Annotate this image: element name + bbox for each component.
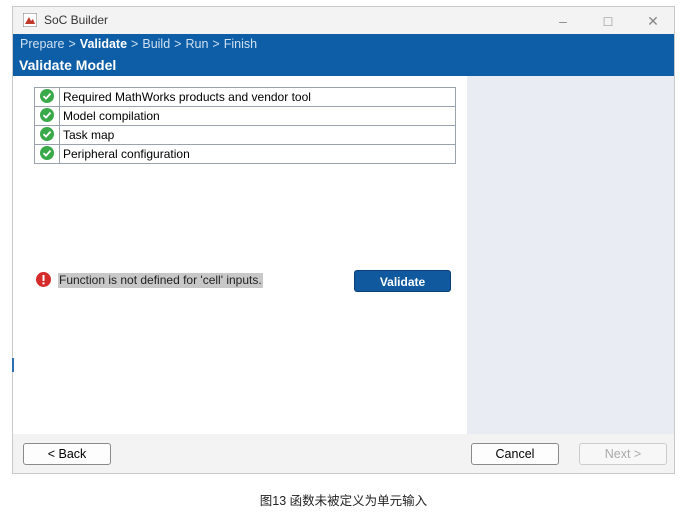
figure-caption: 图13 函数未被定义为单元输入 (259, 494, 428, 508)
check-circle-icon (40, 107, 54, 122)
check-row: Required MathWorks products and vendor t… (34, 87, 456, 107)
step-separator: > (174, 37, 182, 51)
next-button[interactable]: Next > (579, 443, 667, 465)
check-label: Peripheral configuration (59, 144, 456, 164)
side-panel (467, 76, 674, 434)
page-title: Validate Model (19, 57, 117, 73)
check-row: Model compilation (34, 106, 456, 126)
close-icon[interactable]: ✕ (638, 10, 668, 32)
validate-button[interactable]: Validate (354, 270, 451, 292)
step-separator: > (68, 37, 76, 51)
validation-checklist: Required MathWorks products and vendor t… (34, 87, 456, 164)
step-prepare: Prepare (20, 37, 65, 51)
error-icon (36, 272, 51, 287)
check-circle-icon (40, 88, 54, 103)
step-breadcrumb: Prepare > Validate > Build > Run > Finish (20, 37, 261, 51)
step-finish: Finish (223, 37, 258, 51)
check-label: Task map (59, 125, 456, 145)
app-icon (23, 13, 37, 27)
window-title: SoC Builder (44, 13, 109, 27)
cancel-button[interactable]: Cancel (471, 443, 559, 465)
step-build: Build (142, 37, 171, 51)
soc-builder-window: SoC Builder – □ ✕ Prepare > Validate > Build… (12, 6, 675, 474)
minimize-icon[interactable]: – (548, 10, 578, 32)
step-run: Run (185, 37, 209, 51)
check-row: Task map (34, 125, 456, 145)
main-panel: Required MathWorks products and vendor t… (13, 76, 467, 434)
check-circle-icon (40, 126, 54, 141)
wizard-header: Prepare > Validate > Build > Run > Finish Valida… (13, 34, 674, 76)
error-message: Function is not defined for 'cell' input… (58, 273, 263, 288)
step-separator: > (131, 37, 139, 51)
step-separator: > (212, 37, 220, 51)
maximize-icon[interactable]: □ (593, 10, 623, 32)
check-label: Required MathWorks products and vendor t… (59, 87, 456, 107)
check-label: Model compilation (59, 106, 456, 126)
check-row: Peripheral configuration (34, 144, 456, 164)
check-circle-icon (40, 145, 54, 160)
wizard-footer: < Back Cancel Next > (13, 434, 674, 473)
title-bar: SoC Builder – □ ✕ (13, 7, 674, 34)
back-button[interactable]: < Back (23, 443, 111, 465)
window-edge-highlight (12, 358, 14, 372)
step-validate: Validate (79, 37, 128, 51)
